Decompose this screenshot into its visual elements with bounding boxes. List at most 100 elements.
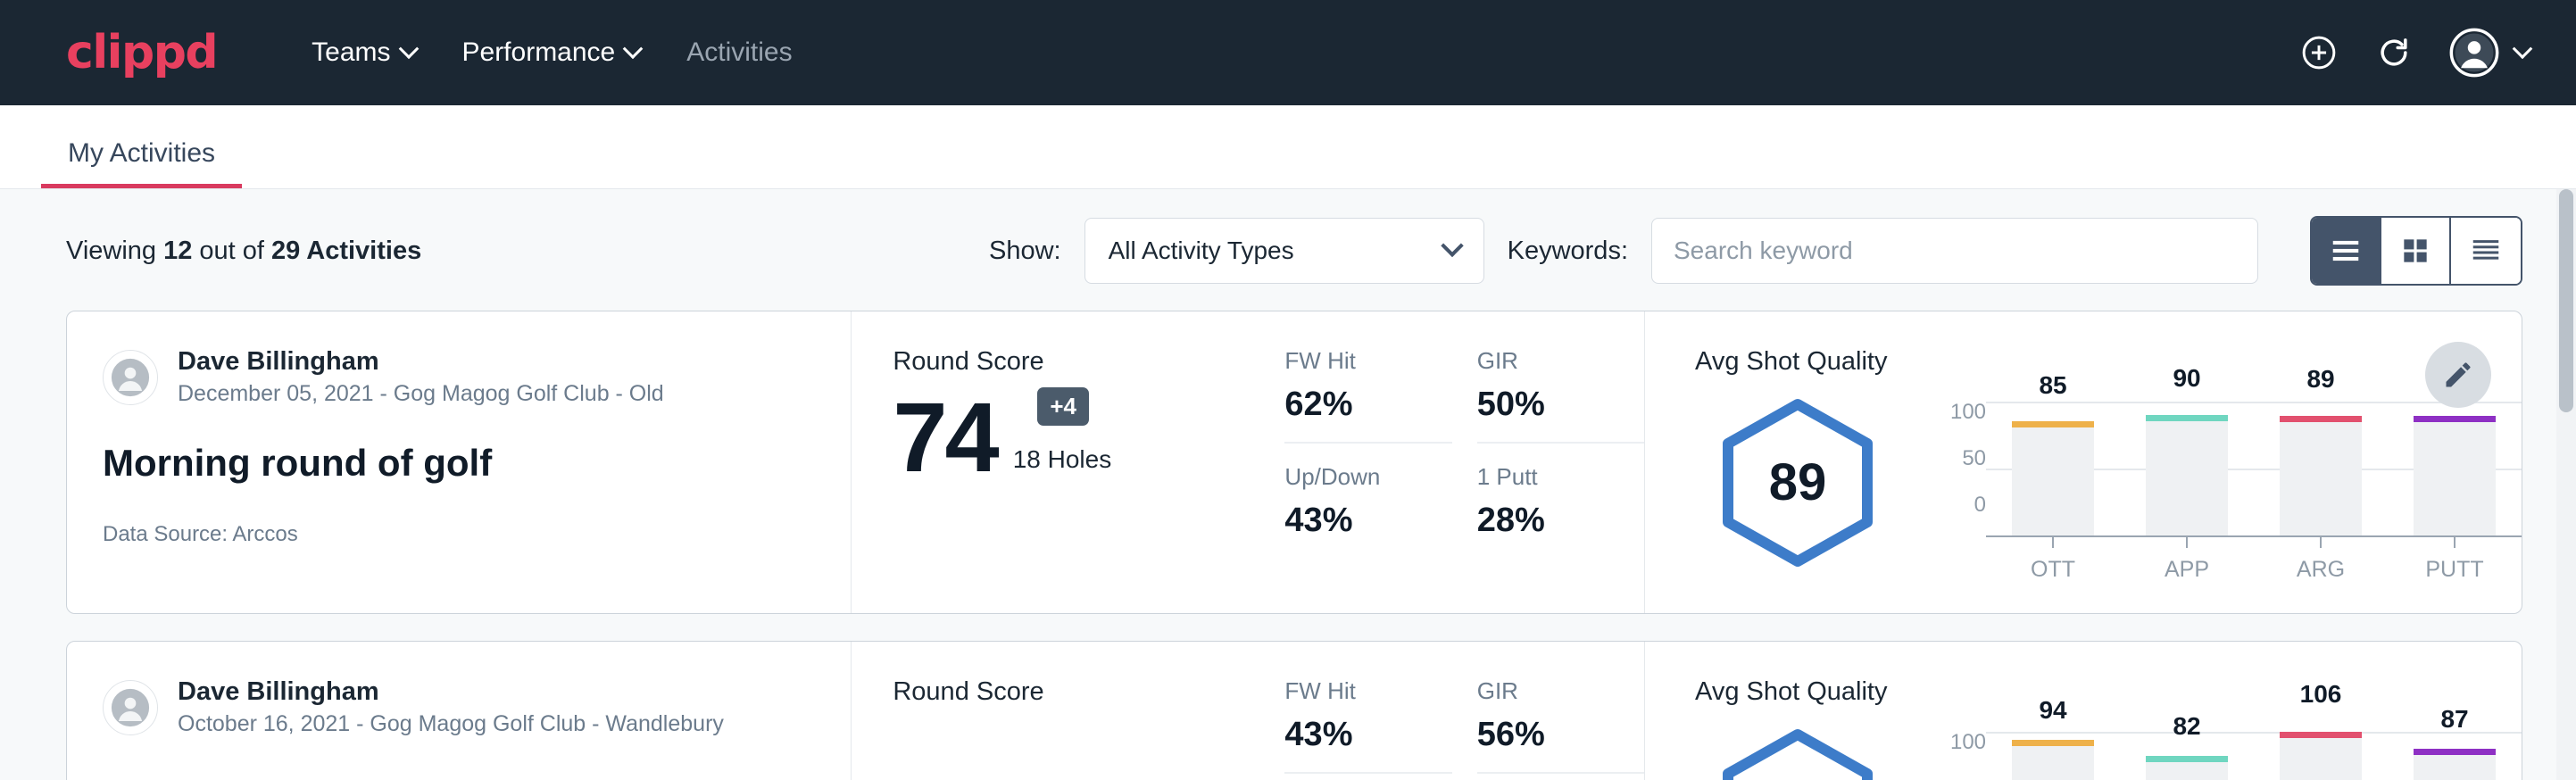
axis-baseline	[1986, 535, 2522, 537]
list-view-icon	[2329, 234, 2363, 268]
avg-shot-quality-body: 100 50 0 94	[1695, 712, 2522, 780]
viewing-middle: out of	[192, 236, 271, 265]
chevron-down-icon	[2513, 38, 2533, 59]
x-tick-app: APP	[2120, 535, 2254, 583]
x-tick-putt: PUTT	[2388, 535, 2522, 583]
nav-actions	[2299, 28, 2530, 78]
author-name: Dave Billingham	[178, 345, 664, 378]
avg-shot-quality-column: Avg Shot Quality 89 100 50 0	[1645, 311, 2522, 613]
avatar	[103, 680, 158, 735]
stat-value: 50%	[1477, 386, 1644, 424]
search-input[interactable]	[1651, 218, 2258, 284]
stat-fw-hit: FW Hit 43%	[1284, 677, 1451, 774]
chart-y-axis: 100 50 0	[1931, 712, 1986, 780]
round-score-label: Round Score	[893, 677, 1270, 707]
stat-one-putt: 1 Putt 28%	[1477, 463, 1644, 544]
chart-plot-area: 85 90 89	[1986, 382, 2522, 583]
nav-item-activities[interactable]: Activities	[663, 23, 815, 82]
view-mode-grid[interactable]	[2381, 218, 2451, 284]
stat-label: GIR	[1477, 347, 1644, 375]
round-stats-column: FW Hit 62% GIR 50% Up/Down 43% 1 Putt 28…	[1270, 311, 1645, 613]
chart-bars: 85 90 89	[1986, 402, 2522, 535]
edit-activity-button[interactable]	[2425, 342, 2491, 408]
activity-data-source: Data Source: Arccos	[103, 522, 815, 547]
nav-item-performance[interactable]: Performance	[439, 23, 664, 82]
y-tick: 100	[1931, 732, 1986, 753]
top-navigation-bar: clippd Teams Performance Activities	[0, 0, 2576, 105]
bar-value: 89	[2306, 365, 2334, 394]
activity-type-select[interactable]: All Activity Types	[1084, 218, 1484, 284]
round-score-column: Round Score 74 +4 18 Holes	[852, 311, 1270, 613]
avg-shot-quality-label: Avg Shot Quality	[1695, 677, 2522, 707]
activity-card[interactable]: Dave Billingham October 16, 2021 - Gog M…	[66, 641, 2522, 780]
nav-item-label: Performance	[462, 37, 616, 68]
round-stats-column: FW Hit 43% GIR 56%	[1270, 642, 1645, 780]
view-mode-list[interactable]	[2312, 218, 2381, 284]
activity-date-venue: December 05, 2021 - Gog Magog Golf Club …	[178, 379, 664, 410]
view-mode-toggle	[2310, 216, 2522, 286]
round-score-value-row: 74 +4 18 Holes	[893, 393, 1270, 483]
chart-bars: 94 82 106	[1986, 732, 2522, 780]
scrollbar-thumb[interactable]	[2559, 189, 2573, 412]
refresh-button[interactable]	[2374, 33, 2414, 72]
x-tick-label: ARG	[2297, 557, 2345, 583]
stat-label: GIR	[1477, 677, 1644, 705]
chevron-down-icon	[398, 38, 419, 59]
bar-group-putt: 89	[2388, 402, 2522, 535]
activity-author: Dave Billingham December 05, 2021 - Gog …	[103, 345, 815, 410]
bar-app	[2146, 415, 2228, 535]
bar-putt	[2414, 416, 2496, 535]
compact-view-icon	[2469, 234, 2503, 268]
nav-item-label: Activities	[686, 37, 792, 68]
app-logo[interactable]: clippd	[66, 26, 217, 79]
activity-summary-column: Dave Billingham October 16, 2021 - Gog M…	[67, 642, 852, 780]
bar-group-ott: 94	[1986, 732, 2120, 780]
user-avatar-icon	[2449, 28, 2499, 78]
nav-item-teams[interactable]: Teams	[288, 23, 438, 82]
y-tick: 0	[1931, 494, 1986, 516]
avg-shot-quality-label: Avg Shot Quality	[1695, 347, 2522, 377]
stat-gir: GIR 50%	[1477, 347, 1644, 444]
tick-mark	[2320, 535, 2322, 548]
user-avatar-icon	[110, 357, 151, 398]
bar-value: 82	[2173, 712, 2200, 741]
bar-value: 87	[2440, 705, 2468, 734]
tab-label: My Activities	[68, 138, 215, 168]
activity-author: Dave Billingham October 16, 2021 - Gog M…	[103, 676, 815, 740]
quality-hexagon: 89	[1695, 394, 1900, 572]
bar-arg	[2280, 416, 2362, 535]
activity-card-list: Dave Billingham December 05, 2021 - Gog …	[0, 311, 2576, 780]
view-mode-compact[interactable]	[2451, 218, 2521, 284]
bar-group-arg: 106	[2254, 732, 2388, 780]
author-name: Dave Billingham	[178, 676, 724, 708]
vertical-scrollbar[interactable]	[2556, 189, 2576, 780]
pencil-icon	[2442, 359, 2474, 391]
shot-quality-chart: 100 50 0 85	[1931, 382, 2522, 583]
stat-value: 43%	[1284, 502, 1451, 540]
hexagon-icon	[1708, 724, 1887, 780]
tick-mark	[2052, 535, 2054, 548]
grid-view-icon	[2398, 234, 2432, 268]
add-button[interactable]	[2299, 33, 2339, 72]
quality-score-value: 89	[1695, 452, 1900, 512]
user-menu[interactable]	[2449, 28, 2530, 78]
avg-shot-quality-column: Avg Shot Quality 100 50 0	[1645, 642, 2522, 780]
stat-value: 28%	[1477, 502, 1644, 540]
viewing-prefix: Viewing	[66, 236, 163, 265]
stat-label: 1 Putt	[1477, 463, 1644, 491]
tab-bar: My Activities	[0, 105, 2576, 189]
x-tick-arg: ARG	[2254, 535, 2388, 583]
activity-date-venue: October 16, 2021 - Gog Magog Golf Club -…	[178, 709, 724, 740]
primary-nav: Teams Performance Activities	[288, 23, 815, 82]
bar-ott	[2012, 421, 2094, 535]
round-score-value: 74	[893, 393, 996, 483]
bar-group-app: 90	[2120, 402, 2254, 535]
stat-up-down: Up/Down 43%	[1284, 463, 1451, 544]
bar-group-ott: 85	[1986, 402, 2120, 535]
bar-arg	[2280, 732, 2362, 780]
nav-item-label: Teams	[312, 37, 390, 68]
activity-card[interactable]: Dave Billingham December 05, 2021 - Gog …	[66, 311, 2522, 614]
tab-my-activities[interactable]: My Activities	[41, 138, 242, 188]
y-tick: 50	[1931, 448, 1986, 469]
stat-gir: GIR 56%	[1477, 677, 1644, 774]
